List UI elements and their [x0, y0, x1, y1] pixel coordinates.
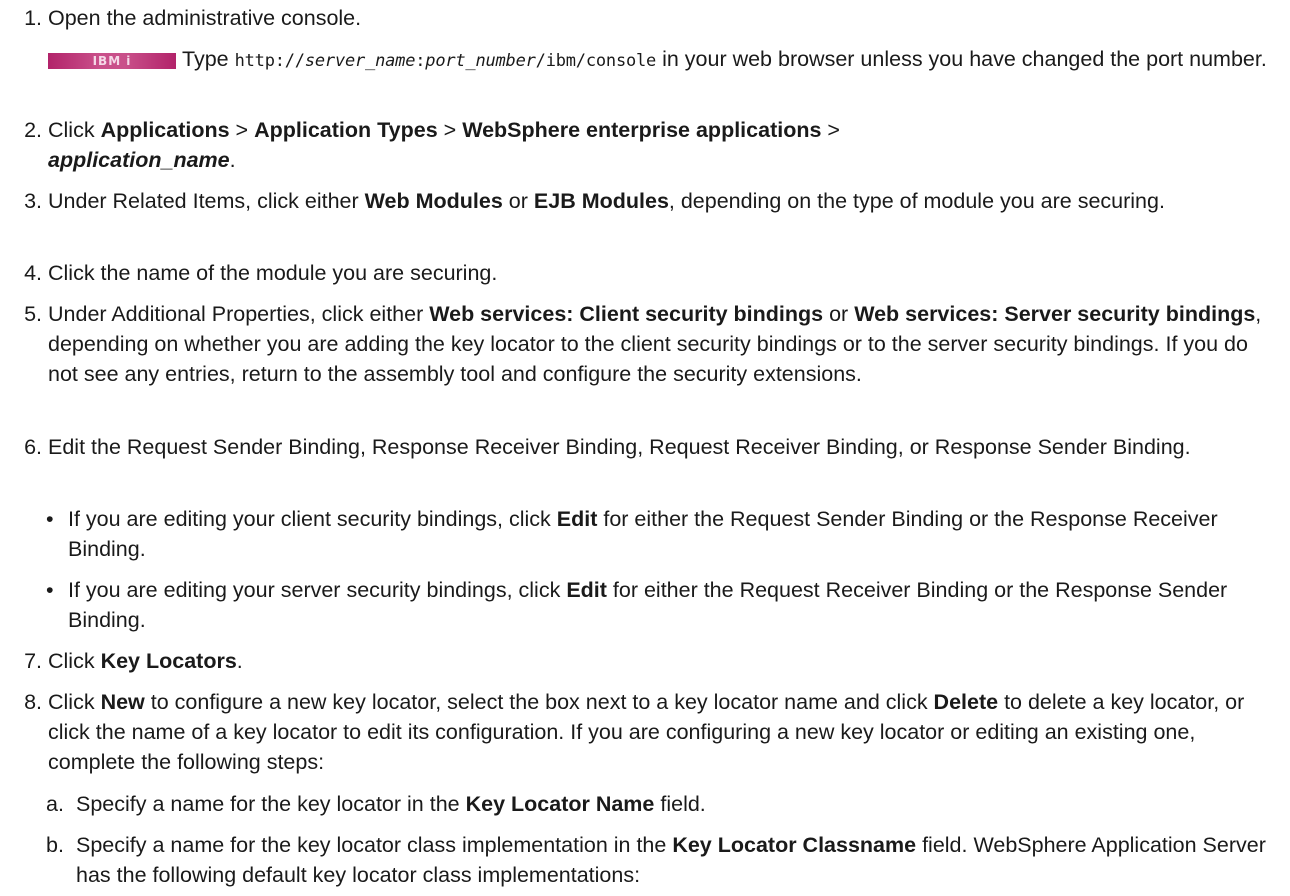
bullet-dot: • — [46, 507, 54, 531]
step-6-bullet-server: • If you are editing your server securit… — [46, 575, 1260, 635]
step-number: 7. — [24, 649, 42, 673]
edit-text: Edit — [566, 578, 607, 602]
step-1: 1. Open the administrative console. — [24, 3, 1270, 33]
step-number: 3. — [24, 189, 42, 213]
new-text: New — [100, 690, 145, 714]
ejb-modules-link-text: EJB Modules — [533, 189, 669, 213]
step-6-bullet-client: • If you are editing your client securit… — [46, 504, 1260, 564]
sub-step-letter: b. — [46, 833, 64, 857]
step-4: 4. Click the name of the module you are … — [24, 258, 1270, 288]
console-url: http://server_name:port_number/ibm/conso… — [234, 51, 657, 71]
menu-path-applications: Applications — [100, 118, 230, 142]
step-number: 6. — [24, 435, 42, 459]
key-locator-name-field-text: Key Locator Name — [465, 792, 655, 816]
step-text: Open the administrative console. — [48, 6, 362, 30]
note-text: Type — [182, 47, 235, 71]
step-number: 2. — [24, 118, 42, 142]
menu-path-websphere-enterprise-applications: WebSphere enterprise applications — [462, 118, 822, 142]
step-8: 8. Click New to configure a new key loca… — [24, 687, 1270, 777]
key-locators-text: Key Locators — [100, 649, 237, 673]
step-6: 6. Edit the Request Sender Binding, Resp… — [24, 432, 1270, 462]
step-number: 1. — [24, 6, 42, 30]
ibmi-note: IBM i Type http://server_name:port_number… — [48, 44, 1270, 76]
step-2: 2. Click Applications > Application Type… — [24, 115, 1270, 175]
delete-text: Delete — [933, 690, 999, 714]
step-text: Edit the Request Sender Binding, Respons… — [48, 435, 1191, 459]
menu-path-application-types: Application Types — [254, 118, 438, 142]
web-modules-link-text: Web Modules — [364, 189, 503, 213]
step-number: 8. — [24, 690, 42, 714]
key-locator-classname-field-text: Key Locator Classname — [672, 833, 917, 857]
step-number: 4. — [24, 261, 42, 285]
note-text: in your web browser unless you have chan… — [656, 47, 1267, 71]
bullet-dot: • — [46, 578, 54, 602]
server-security-bindings-text: Web services: Server security bindings — [854, 302, 1256, 326]
document-page: 1. Open the administrative console. IBM … — [0, 0, 1290, 896]
ibmi-platform-badge: IBM i — [48, 53, 176, 69]
step-8-sub-b: b. Specify a name for the key locator cl… — [46, 830, 1270, 890]
step-7: 7. Click Key Locators. — [24, 646, 1270, 676]
client-security-bindings-text: Web services: Client security bindings — [429, 302, 824, 326]
step-number: 5. — [24, 302, 42, 326]
step-3: 3. Under Related Items, click either Web… — [24, 186, 1270, 216]
menu-path-application-name: application_name — [48, 148, 230, 172]
sub-step-letter: a. — [46, 792, 64, 816]
edit-text: Edit — [556, 507, 598, 531]
step-5: 5. Under Additional Properties, click ei… — [24, 299, 1270, 389]
step-8-sub-a: a. Specify a name for the key locator in… — [46, 789, 1270, 819]
step-text: Click the name of the module you are sec… — [48, 261, 498, 285]
